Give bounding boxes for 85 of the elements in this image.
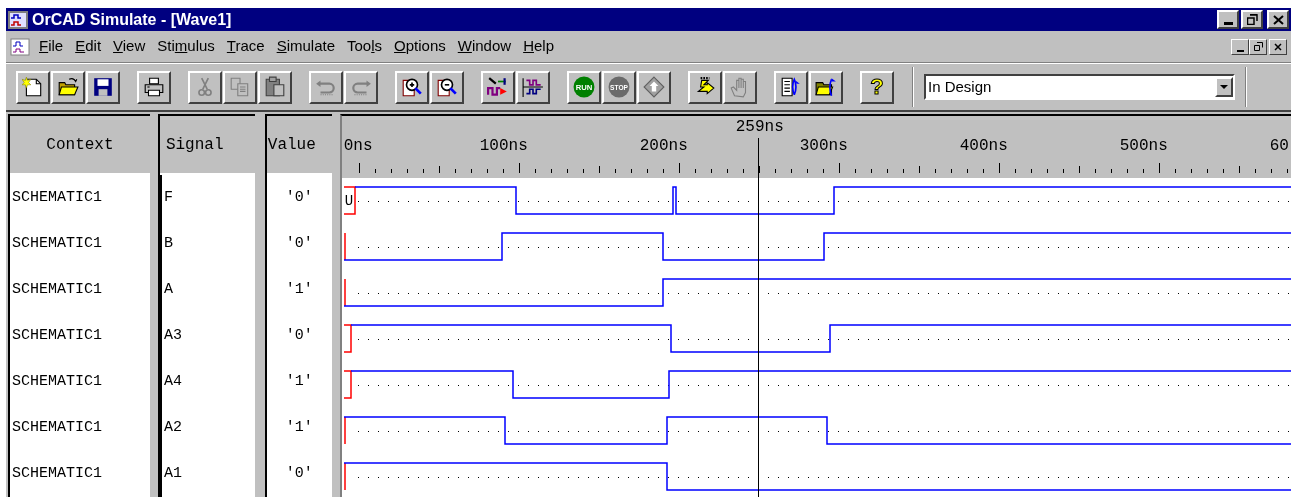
toolbar-button[interactable] — [774, 70, 808, 104]
toolbar-button[interactable] — [395, 70, 429, 104]
design-dropdown[interactable]: In Design — [924, 74, 1235, 100]
initial-state-label: U — [344, 194, 354, 208]
menu-item[interactable]: Window — [451, 35, 518, 58]
table-cell: A4 — [159, 359, 255, 405]
table-cell-text: '1' — [284, 371, 314, 392]
table-cell-text: SCHEMATIC1 — [11, 371, 103, 392]
minimize-icon — [1236, 49, 1244, 52]
close-icon — [1274, 42, 1282, 51]
diamond-up-icon — [643, 76, 665, 98]
menu-item[interactable]: Trace — [220, 35, 271, 58]
table-cell-text: '1' — [284, 279, 314, 300]
time-label: 400ns — [959, 138, 1008, 154]
toolbar-button[interactable] — [688, 70, 722, 104]
caret-icon — [1220, 85, 1228, 89]
minimize-button[interactable] — [1217, 10, 1239, 29]
close-icon — [1272, 14, 1284, 25]
table-cell: A — [159, 267, 255, 313]
restore-button[interactable] — [1241, 10, 1263, 29]
restore-icon — [1253, 42, 1263, 51]
waveform-icon — [522, 76, 544, 98]
table-cell: A2 — [159, 405, 255, 451]
child-close-button[interactable] — [1269, 38, 1287, 55]
minimize-icon — [1223, 22, 1233, 25]
menu-item[interactable]: Help — [517, 35, 560, 58]
table-cell: F — [159, 175, 255, 221]
table-cell: B — [159, 221, 255, 267]
open-folder-icon — [57, 76, 79, 98]
app-icon — [8, 10, 28, 29]
table-cell-text: '0' — [284, 233, 314, 254]
clipboard-icon — [264, 76, 286, 98]
toolbar-button[interactable] — [809, 70, 843, 104]
menu-item[interactable]: View — [107, 35, 152, 58]
table-cell-text: '0' — [284, 325, 314, 346]
toolbar-button[interactable] — [86, 70, 120, 104]
toolbar-button[interactable] — [481, 70, 515, 104]
table-cell-text: '1' — [284, 417, 314, 438]
menu-item[interactable]: Tools — [341, 35, 389, 58]
time-label: 200ns — [639, 138, 688, 154]
table-cell-text: SCHEMATIC1 — [11, 187, 103, 208]
zoom-out-icon — [436, 76, 458, 98]
menu-item[interactable]: Options — [388, 35, 452, 58]
child-minimize-button[interactable] — [1231, 38, 1249, 55]
printer-icon — [143, 76, 165, 98]
time-label: 100ns — [479, 138, 528, 154]
window-title: OrCAD Simulate - [Wave1] — [32, 11, 232, 28]
toolbar-button[interactable] — [137, 70, 171, 104]
table-cell: A3 — [159, 313, 255, 359]
table-cell-text: '0' — [284, 187, 314, 208]
menu-item[interactable]: Edit — [69, 35, 108, 58]
wave-document-icon — [10, 37, 30, 56]
close-button[interactable] — [1267, 10, 1289, 29]
dropdown-arrow-button[interactable] — [1215, 77, 1233, 97]
toolbar-button[interactable]: RUN — [567, 70, 601, 104]
design-value: In Design — [927, 76, 993, 97]
time-label: 0ns — [343, 138, 373, 154]
stimulus-wave-icon — [487, 76, 509, 98]
table-cell-text: '0' — [284, 463, 314, 484]
folder-loop-icon — [815, 76, 837, 98]
time-label: 500ns — [1119, 138, 1168, 154]
table-cell-text: SCHEMATIC1 — [11, 325, 103, 346]
toolbar-button[interactable] — [51, 70, 85, 104]
table-cell-text: SCHEMATIC1 — [11, 279, 103, 300]
menu-item[interactable]: File — [33, 35, 70, 58]
document-loop-icon — [780, 76, 802, 98]
restore-icon — [1246, 14, 1258, 25]
table-cell-text: SCHEMATIC1 — [11, 463, 103, 484]
toolbar-button[interactable] — [516, 70, 550, 104]
cursor-time-label: 259ns — [735, 119, 784, 135]
table-cell: A1 — [159, 451, 255, 497]
toolbar-button[interactable] — [16, 70, 50, 104]
run-icon: RUN — [573, 76, 595, 98]
child-restore-button[interactable] — [1249, 38, 1267, 55]
table-cell-text: SCHEMATIC1 — [11, 417, 103, 438]
time-label: 60 — [1269, 138, 1289, 154]
time-cursor-line[interactable] — [757, 138, 759, 497]
new-file-icon — [22, 76, 44, 98]
time-label: 300ns — [799, 138, 848, 154]
toolbar-button[interactable] — [430, 70, 464, 104]
copy-icon — [229, 76, 251, 98]
menu-item[interactable]: Simulate — [270, 35, 341, 58]
menu-item[interactable]: Stimulus — [151, 35, 221, 58]
table-cell-text: SCHEMATIC1 — [11, 233, 103, 254]
zoom-in-icon — [401, 76, 423, 98]
